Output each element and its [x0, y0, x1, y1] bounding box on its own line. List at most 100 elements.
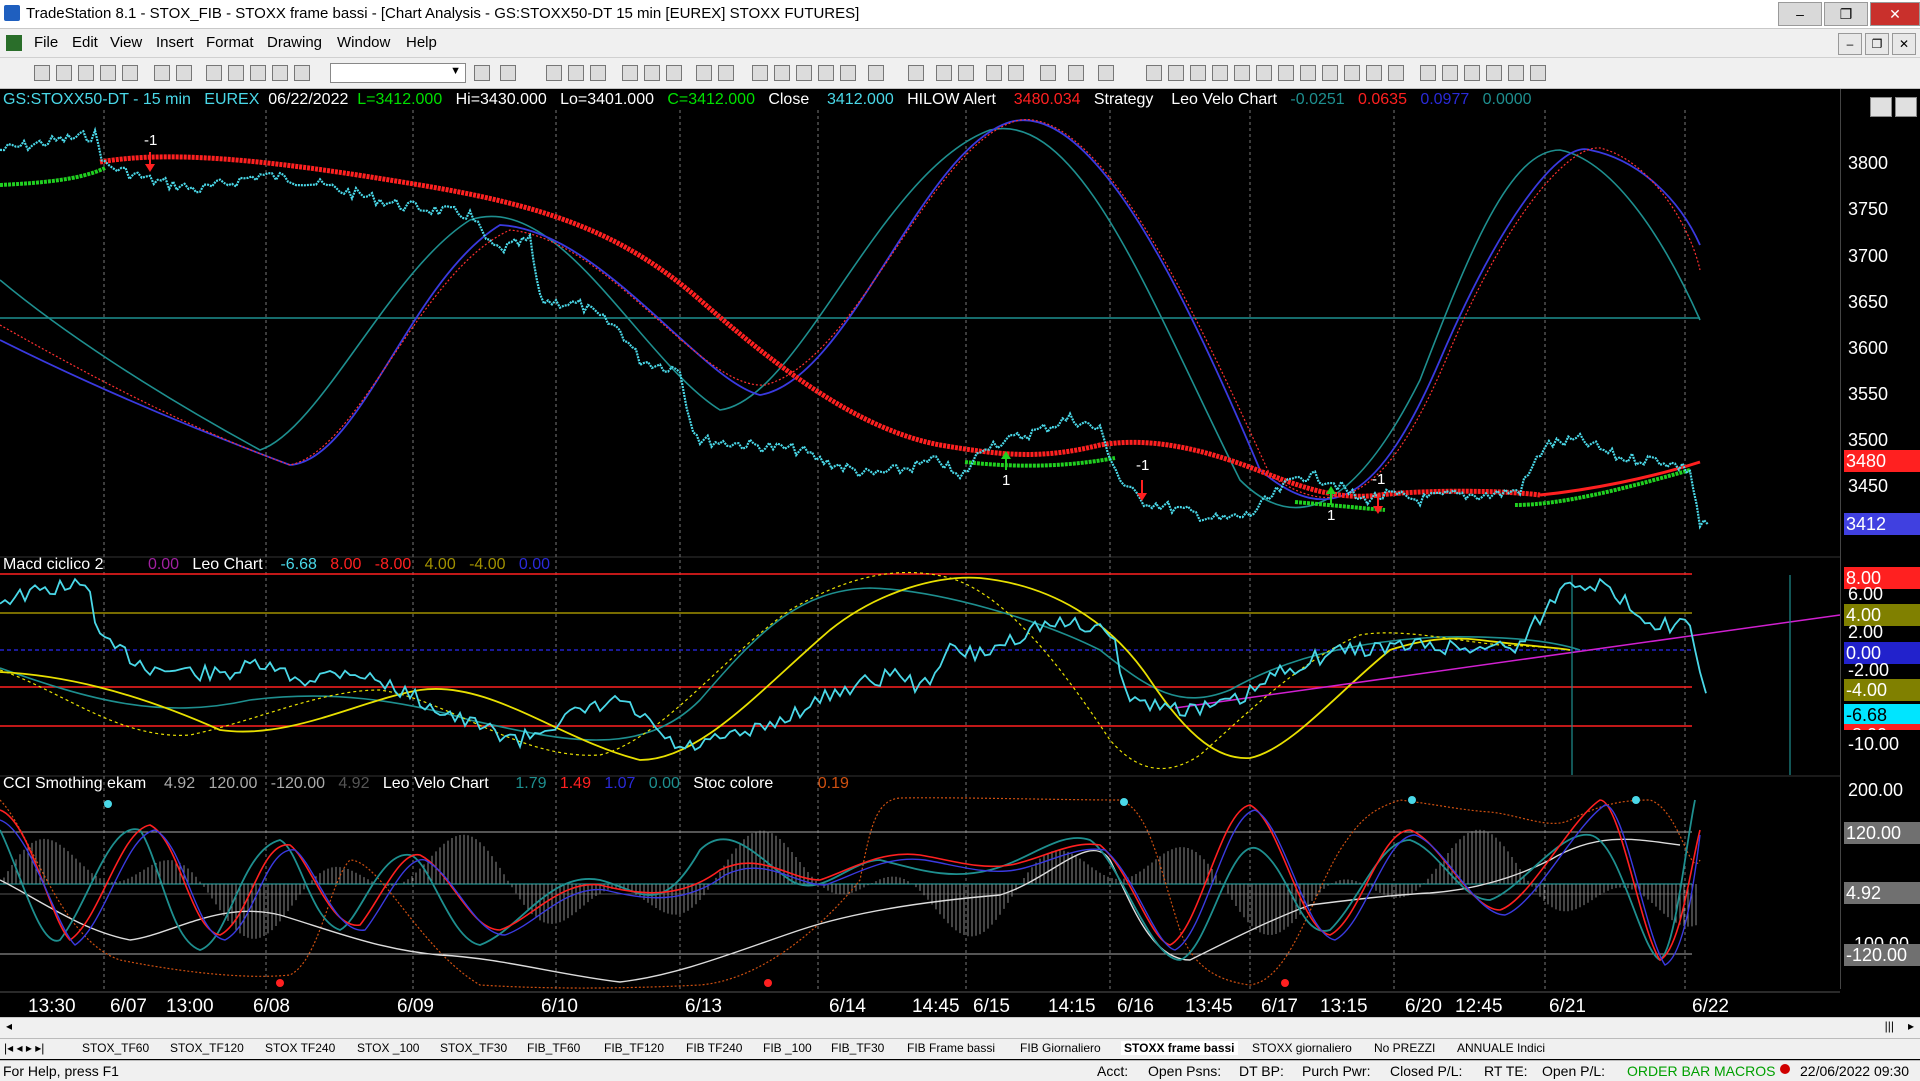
time-tick: 13:45 — [1185, 996, 1233, 1017]
price-tick: 3600 — [1848, 338, 1889, 358]
macd-name: Macd ciclico 2 — [3, 556, 104, 573]
date-label: 06/22/2022 — [268, 91, 349, 108]
tab-stox-tf240[interactable]: STOX TF240 — [265, 1041, 335, 1055]
time-tick: 6/22 — [1692, 996, 1729, 1017]
strategy-label: Strategy — [1093, 91, 1154, 108]
tab-stox-100[interactable]: STOX _100 — [357, 1041, 419, 1055]
time-tick: 6/14 — [829, 996, 866, 1017]
tab-fib-giornaliero[interactable]: FIB Giornaliero — [1020, 1041, 1101, 1055]
tab-fib-frame-bassi[interactable]: FIB Frame bassi — [907, 1041, 995, 1055]
velo-value-1: -0.0251 — [1290, 91, 1345, 108]
chart-area[interactable]: -1 1 -1 1 -1 — [0, 0, 1920, 1017]
time-tick: 14:15 — [1048, 996, 1096, 1017]
tab-fib-tf120[interactable]: FIB_TF120 — [604, 1041, 664, 1055]
time-tick: 6/07 — [110, 996, 147, 1017]
stoc-label: Stoc colore — [693, 775, 774, 792]
price-tick: 3700 — [1848, 246, 1889, 266]
cci-axis-minus120: -120.00 — [1844, 944, 1920, 966]
time-tick: 6/16 — [1117, 996, 1154, 1017]
tab-fib-tf30[interactable]: FIB_TF30 — [831, 1041, 884, 1055]
time-tick: 6/21 — [1549, 996, 1586, 1017]
acct-label: Acct: — [1097, 1063, 1129, 1079]
scroll-left-icon[interactable]: ◂ — [6, 1019, 12, 1033]
connection-status-icon — [1780, 1064, 1790, 1074]
tab-fib-tf60[interactable]: FIB_TF60 — [527, 1041, 580, 1055]
tab-nav-arrows[interactable]: |◂ ◂ ▸ ▸| — [4, 1041, 44, 1055]
open-psns-label: Open Psns: — [1148, 1063, 1222, 1079]
cci-value-b: 120.00 — [208, 775, 258, 792]
cci-axis-120: 120.00 — [1844, 822, 1920, 844]
velo-value-4: 0.0000 — [1482, 91, 1532, 108]
macd-value-a: -6.68 — [280, 556, 317, 573]
signal-label: -1 — [1372, 471, 1385, 488]
time-tick: 13:00 — [166, 996, 214, 1017]
macd-value-b: 8.00 — [330, 556, 362, 573]
tab-stox-tf60[interactable]: STOX_TF60 — [82, 1041, 149, 1055]
cci-value-e: 1.79 — [515, 775, 547, 792]
time-tick: 13:15 — [1320, 996, 1368, 1017]
pane-restore-button[interactable] — [1895, 97, 1917, 117]
price-tick: 3650 — [1848, 292, 1889, 312]
price-tick: 3750 — [1848, 199, 1889, 219]
signal-label: 1 — [1002, 472, 1010, 489]
status-bar: For Help, press F1 Acct: Open Psns: DT B… — [0, 1060, 1920, 1081]
macd-value-f: 0.00 — [518, 556, 551, 573]
scroll-right-icon[interactable]: ▸ — [1908, 1019, 1914, 1033]
price-pane-header: GS:STOXX50-DT - 15 min EUREX 06/22/2022 … — [3, 91, 1532, 109]
rt-te-label: RT TE: — [1484, 1063, 1528, 1079]
signal-label: -1 — [144, 132, 157, 149]
open-pl-label: Open P/L: — [1542, 1063, 1606, 1079]
tab-stoxx-giornaliero[interactable]: STOXX giornaliero — [1252, 1041, 1352, 1055]
tab-fib-100[interactable]: FIB _100 — [763, 1041, 812, 1055]
horizontal-scrollbar[interactable]: ◂ ||| ▸ — [0, 1017, 1920, 1038]
cci-value-a: 4.92 — [163, 775, 196, 792]
price-tick: 3450 — [1848, 476, 1889, 496]
tab-annuale-indici[interactable]: ANNUALE Indici — [1457, 1041, 1545, 1055]
time-tick: 6/10 — [541, 996, 578, 1017]
tab-fib-tf240[interactable]: FIB TF240 — [686, 1041, 742, 1055]
exchange-label: EUREX — [204, 91, 260, 108]
cci-axis-current: 4.92 — [1844, 882, 1920, 904]
time-tick: 6/17 — [1261, 996, 1298, 1017]
purch-pwr-label: Purch Pwr: — [1302, 1063, 1371, 1079]
time-tick: 6/13 — [685, 996, 722, 1017]
cci-value-h: 0.00 — [648, 775, 680, 792]
tab-stox-tf120[interactable]: STOX_TF120 — [170, 1041, 244, 1055]
close-code-value: C=3412.000 — [667, 91, 755, 108]
cci-value-c: -120.00 — [270, 775, 325, 792]
tab-stox-tf30[interactable]: STOX_TF30 — [440, 1041, 507, 1055]
tab-stoxx-frame-bassi[interactable]: STOXX frame bassi — [1121, 1041, 1238, 1055]
hilow-label: HILOW Alert — [907, 91, 996, 108]
macd-axis-6: 6.00 — [1848, 584, 1884, 604]
price-axis[interactable] — [1840, 89, 1920, 989]
macd-chart-label: Leo Chart — [192, 556, 263, 573]
time-tick: 14:45 — [912, 996, 960, 1017]
macd-pane-header: Macd ciclico 2 0.00 Leo Chart -6.68 8.00… — [3, 556, 550, 574]
macros-button[interactable]: MACROS — [1714, 1063, 1775, 1079]
price-tick: 3550 — [1848, 384, 1889, 404]
cci-velo-label: Leo Velo Chart — [382, 775, 489, 792]
scroll-thumb[interactable]: ||| — [1885, 1019, 1894, 1033]
macd-axis-current: -6.68 — [1844, 704, 1920, 726]
cci-value-d: 4.92 — [338, 775, 370, 792]
hilow-price-box: 3480 — [1844, 450, 1920, 472]
order-bar-button[interactable]: ORDER BAR — [1627, 1063, 1710, 1079]
signal-label: 1 — [1327, 507, 1335, 524]
velo-value-2: 0.0635 — [1358, 91, 1407, 108]
macd-value-c: -8.00 — [374, 556, 412, 573]
macd-value-d: 4.00 — [424, 556, 456, 573]
cci-pane-header: CCI Smothing ekam 4.92 120.00 -120.00 4.… — [3, 775, 849, 793]
time-tick: 6/09 — [397, 996, 434, 1017]
cci-name: CCI Smothing ekam — [3, 775, 147, 792]
macd-axis-2: 2.00 — [1848, 622, 1884, 642]
cci-axis-200: 200.00 — [1848, 780, 1904, 800]
macd-axis-minus2: -2.00 — [1848, 660, 1890, 680]
close-label: Close — [768, 91, 810, 108]
status-datetime: 22/06/2022 09:30 — [1800, 1063, 1909, 1079]
tab-no-prezzi[interactable]: No PREZZI — [1374, 1041, 1435, 1055]
close-value: 3412.000 — [827, 91, 894, 108]
signal-label: -1 — [1136, 457, 1149, 474]
pane-minimize-button[interactable] — [1870, 97, 1892, 117]
low-value: Lo=3401.000 — [560, 91, 654, 108]
macd-axis-minus8: -8.00 — [1844, 724, 1920, 730]
